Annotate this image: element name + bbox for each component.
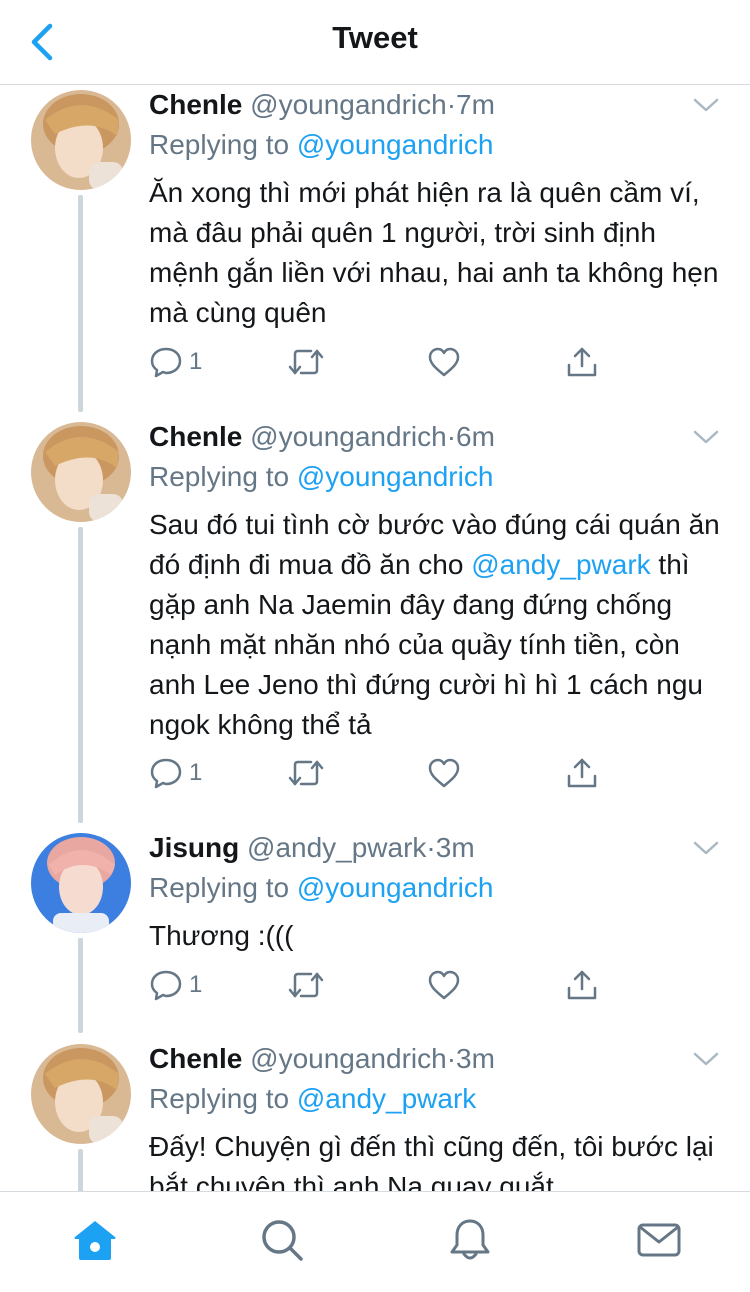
author-handle[interactable]: @youngandrich (250, 1043, 447, 1074)
tweet-text: Sau đó tui tình cờ bước vào đúng cái quá… (149, 505, 724, 745)
share-button[interactable] (565, 342, 599, 382)
retweet-button[interactable] (287, 342, 325, 382)
tweet-actions: 1 (149, 753, 619, 793)
retweet-button[interactable] (287, 753, 325, 793)
tweet-body: Jisung @andy_pwark·3m Replying to @young… (149, 828, 724, 956)
share-icon (567, 758, 597, 788)
like-button[interactable] (427, 342, 461, 382)
tab-home[interactable] (71, 1216, 119, 1264)
timestamp: 6m (456, 421, 495, 452)
timestamp: 3m (435, 832, 475, 863)
mention-link[interactable]: @andy_pwark (471, 549, 650, 580)
reply-button[interactable]: 1 (149, 965, 202, 1005)
tweet-body: Chenle @youngandrich·7m Replying to @you… (149, 85, 724, 333)
chevron-down-icon (693, 841, 719, 855)
tweet-body: Chenle @youngandrich·6m Replying to @you… (149, 417, 724, 745)
home-icon (74, 1221, 116, 1260)
notifications-icon (450, 1219, 490, 1260)
replying-prefix: Replying to (149, 129, 290, 160)
tweet-1[interactable]: Chenle @youngandrich·7m Replying to @you… (0, 85, 750, 405)
retweet-icon (288, 760, 324, 786)
chevron-down-icon (693, 1052, 719, 1066)
page-title: Tweet (332, 20, 418, 55)
avatar[interactable] (31, 833, 131, 933)
tweet-meta: Chenle @youngandrich·3m (149, 1039, 724, 1079)
replying-prefix: Replying to (149, 872, 290, 903)
author-handle[interactable]: @youngandrich (250, 421, 447, 452)
reply-count: 1 (189, 971, 203, 998)
mention-link[interactable]: @youngandrich (297, 129, 494, 160)
author-handle[interactable]: @andy_pwark (247, 832, 426, 863)
reply-count: 1 (189, 759, 203, 786)
share-icon (567, 970, 597, 1000)
comment-icon (150, 970, 182, 1001)
tweet-menu-button[interactable] (692, 423, 720, 451)
search-icon (262, 1220, 303, 1261)
avatar[interactable] (31, 1044, 131, 1144)
replying-to: Replying to @youngandrich (149, 457, 724, 497)
header-bar: Tweet (0, 0, 750, 85)
separator-dot: · (446, 89, 457, 120)
heart-icon (428, 970, 460, 1000)
timestamp: 3m (456, 1043, 495, 1074)
tab-messages[interactable] (635, 1216, 683, 1264)
tweet-text: Thương :((( (149, 920, 294, 951)
mention-link[interactable]: @andy_pwark (297, 1083, 476, 1114)
comment-icon (150, 347, 182, 378)
heart-icon (428, 347, 460, 377)
timestamp: 7m (456, 89, 495, 120)
tweet-4[interactable]: Chenle @youngandrich·3m Replying to @and… (0, 1039, 750, 1191)
share-button[interactable] (565, 965, 599, 1005)
reply-count: 1 (189, 348, 203, 375)
tab-search[interactable] (258, 1216, 306, 1264)
replying-to: Replying to @youngandrich (149, 868, 724, 908)
author-name[interactable]: Chenle (149, 89, 242, 120)
comment-icon (150, 758, 182, 789)
replying-prefix: Replying to (149, 1083, 290, 1114)
tweet-thread[interactable]: Chenle @youngandrich·7m Replying to @you… (0, 85, 750, 1191)
replying-to: Replying to @andy_pwark (149, 1079, 724, 1119)
heart-icon (428, 758, 460, 788)
tweet-3[interactable]: Jisung @andy_pwark·3m Replying to @young… (0, 828, 750, 1028)
separator-dot: · (446, 1043, 457, 1074)
reply-button[interactable]: 1 (149, 753, 202, 793)
tweet-text: Đấy! Chuyện gì đến thì cũng đến, tôi bướ… (149, 1131, 714, 1191)
mention-link[interactable]: @youngandrich (297, 872, 494, 903)
tweet-meta: Jisung @andy_pwark·3m (149, 828, 724, 868)
like-button[interactable] (427, 753, 461, 793)
like-button[interactable] (427, 965, 461, 1005)
author-name[interactable]: Jisung (149, 832, 239, 863)
separator-dot: · (426, 832, 436, 863)
tweet-body: Chenle @youngandrich·3m Replying to @and… (149, 1039, 724, 1191)
tweet-actions: 1 (149, 342, 619, 382)
author-handle[interactable]: @youngandrich (250, 89, 447, 120)
replying-prefix: Replying to (149, 461, 290, 492)
retweet-icon (288, 972, 324, 998)
author-name[interactable]: Chenle (149, 421, 242, 452)
tweet-menu-button[interactable] (692, 91, 720, 119)
tweet-menu-button[interactable] (692, 834, 720, 862)
share-button[interactable] (565, 753, 599, 793)
bottom-tab-bar (0, 1191, 750, 1292)
mention-link[interactable]: @youngandrich (297, 461, 494, 492)
tweet-actions: 1 (149, 965, 619, 1005)
retweet-icon (288, 349, 324, 375)
tab-notifications[interactable] (446, 1216, 494, 1264)
replying-to: Replying to @youngandrich (149, 125, 724, 165)
retweet-button[interactable] (287, 965, 325, 1005)
share-icon (567, 347, 597, 377)
messages-icon (637, 1223, 681, 1257)
chevron-down-icon (693, 430, 719, 444)
tweet-2[interactable]: Chenle @youngandrich·6m Replying to @you… (0, 417, 750, 817)
tweet-meta: Chenle @youngandrich·7m (149, 85, 724, 125)
chevron-down-icon (693, 98, 719, 112)
tweet-menu-button[interactable] (692, 1045, 720, 1073)
tweet-meta: Chenle @youngandrich·6m (149, 417, 724, 457)
tweet-text: Ăn xong thì mới phát hiện ra là quên cầm… (149, 177, 719, 328)
avatar[interactable] (31, 422, 131, 522)
separator-dot: · (446, 421, 457, 452)
avatar[interactable] (31, 90, 131, 190)
reply-button[interactable]: 1 (149, 342, 202, 382)
author-name[interactable]: Chenle (149, 1043, 242, 1074)
